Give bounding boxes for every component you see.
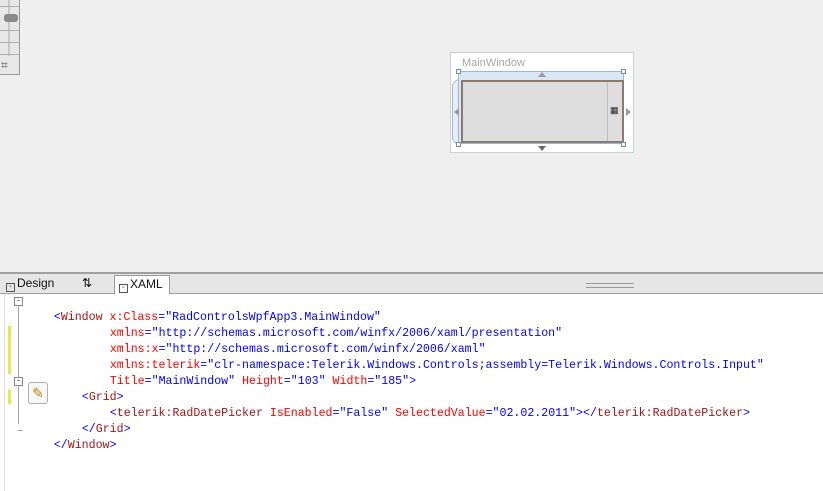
margin-arrow-up-icon[interactable] (538, 72, 546, 77)
resize-handle-bottom-right[interactable] (621, 142, 626, 147)
tab-design-label: Design (17, 276, 55, 290)
toolbox-strip[interactable]: ⌗ (0, 0, 20, 75)
code-line[interactable]: xmlns:x="http://schemas.microsoft.com/wi… (0, 326, 823, 356)
code-token: > (109, 439, 117, 452)
margin-arrow-down-icon[interactable] (538, 146, 546, 151)
resize-handle-top-left[interactable] (456, 69, 461, 74)
toolbox-rule (0, 54, 19, 55)
margin-arrow-left-icon[interactable] (454, 108, 459, 116)
zoom-slider-thumb[interactable] (4, 14, 18, 22)
toolbox-rule (0, 42, 19, 43)
xaml-view-icon: ▫ (119, 284, 128, 293)
toolbox-rule (0, 6, 19, 7)
rad-date-picker[interactable]: ▦ (461, 80, 624, 143)
margin-arrow-right-icon[interactable] (626, 108, 631, 116)
code-line[interactable]: Title="MainWindow" Height="103" Width="1… (0, 358, 823, 388)
code-line[interactable]: </Window> (0, 422, 823, 452)
code-token: </ (53, 439, 68, 452)
calendar-icon[interactable]: ▦ (610, 106, 619, 115)
toolbox-track (8, 0, 10, 56)
code-line[interactable]: <Window x:Class="RadControlsWpfApp3.Main… (0, 294, 823, 324)
design-view-icon: ▫ (6, 283, 15, 292)
design-surface[interactable]: ⌗ MainWindow ▦ (0, 0, 823, 272)
picker-divider (607, 82, 608, 141)
swap-panes-button[interactable]: ⇅ (76, 275, 98, 293)
tab-xaml-label: XAML (130, 277, 163, 291)
code-line[interactable]: </Grid> (0, 406, 823, 436)
splitter-grip[interactable] (586, 283, 634, 288)
code-line[interactable]: <telerik:RadDatePicker IsEnabled="False"… (0, 390, 823, 420)
toolbox-rule (0, 30, 19, 31)
resize-handle-top-right[interactable] (621, 69, 626, 74)
code-line[interactable]: <Grid> (0, 374, 823, 404)
fit-to-screen-icon[interactable]: ⌗ (1, 58, 8, 72)
view-tab-strip: ▫ Design ⇅ ▫ XAML (0, 274, 823, 294)
tab-xaml[interactable]: ▫ XAML (114, 275, 170, 294)
code-line[interactable]: xmlns="http://schemas.microsoft.com/winf… (0, 310, 823, 340)
swap-panes-icon: ⇅ (81, 276, 93, 290)
code-line[interactable]: xmlns:telerik="clr-namespace:Telerik.Win… (0, 342, 823, 372)
tab-design[interactable]: ▫ Design (2, 275, 62, 293)
resize-handle-bottom-left[interactable] (456, 142, 461, 147)
code-token: Window (67, 439, 110, 452)
window-title: MainWindow (462, 57, 525, 69)
